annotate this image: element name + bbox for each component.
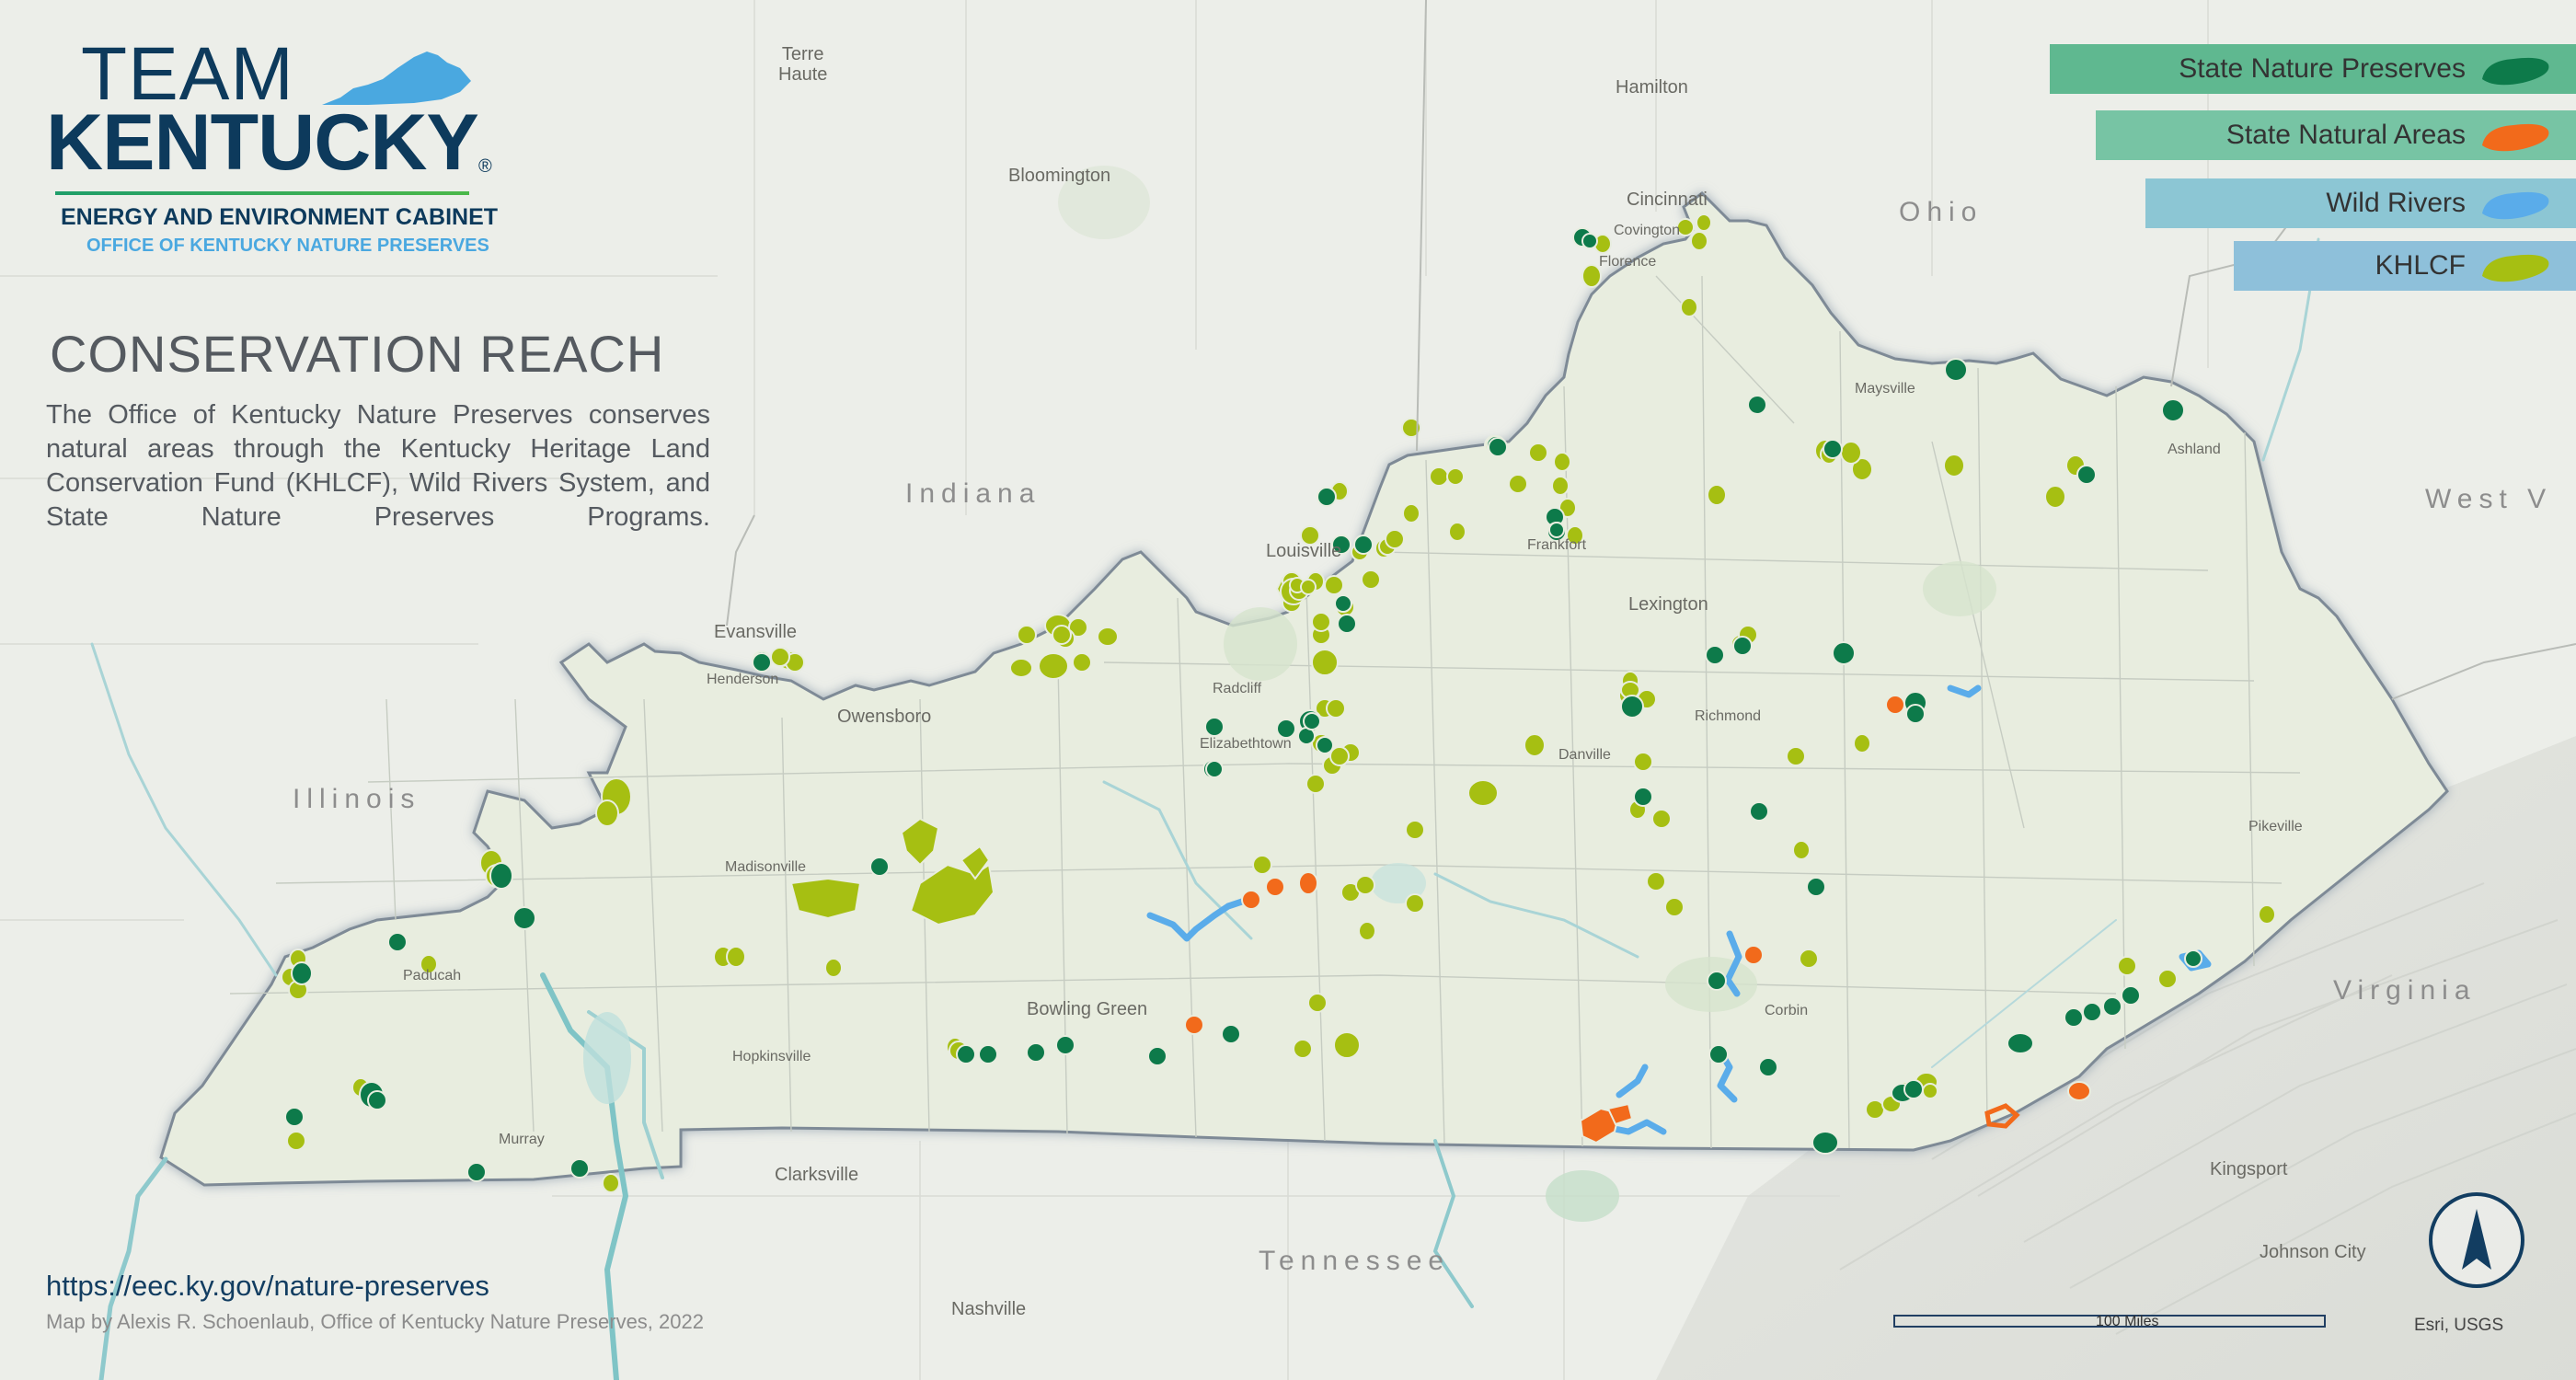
city-label-henderson: Henderson bbox=[707, 672, 779, 687]
city-label-louisville: Louisville bbox=[1266, 541, 1342, 561]
scale-bar-label: 100 Miles bbox=[2096, 1314, 2159, 1329]
city-label-haute: Haute bbox=[778, 64, 828, 85]
logo-underline bbox=[55, 191, 469, 195]
map-description: The Office of Kentucky Nature Preserves … bbox=[46, 400, 710, 532]
city-label-bloomington: Bloomington bbox=[1008, 166, 1111, 186]
city-label-radcliff: Radcliff bbox=[1213, 681, 1262, 696]
legend-item-state-nature-preserves: State Nature Preserves bbox=[2050, 44, 2576, 94]
state-label-virginia: Virginia bbox=[2333, 975, 2477, 1006]
state-label-indiana: Indiana bbox=[905, 478, 1041, 509]
city-label-clarksville: Clarksville bbox=[775, 1165, 859, 1185]
state-label-ohio: Ohio bbox=[1899, 197, 1984, 227]
logo-office-text: OFFICE OF KENTUCKY NATURE PRESERVES bbox=[86, 236, 489, 256]
map-attribution: Esri, USGS bbox=[2414, 1316, 2504, 1335]
city-label-elizabethtown: Elizabethtown bbox=[1200, 736, 1292, 752]
city-label-johnson-city: Johnson City bbox=[2260, 1242, 2366, 1262]
legend-swatch-blue bbox=[2482, 191, 2549, 220]
legend-label: Wild Rivers bbox=[2326, 188, 2466, 218]
city-label-maysville: Maysville bbox=[1855, 381, 1915, 397]
page-title: CONSERVATION REACH bbox=[50, 325, 665, 383]
city-label-evansville: Evansville bbox=[714, 622, 798, 642]
state-label-west-virginia: West V bbox=[2425, 484, 2553, 514]
legend-label: KHLCF bbox=[2375, 250, 2466, 281]
city-label-lexington: Lexington bbox=[1628, 594, 1708, 615]
logo-registered-mark: ® bbox=[478, 156, 492, 177]
north-arrow-icon bbox=[2429, 1192, 2524, 1288]
city-label-cincinnati: Cincinnati bbox=[1627, 190, 1708, 210]
legend-item-state-natural-areas: State Natural Areas bbox=[2096, 110, 2576, 160]
city-label-madisonville: Madisonville bbox=[725, 859, 807, 875]
city-label-nashville: Nashville bbox=[951, 1299, 1027, 1319]
city-label-hamilton: Hamilton bbox=[1616, 77, 1688, 98]
city-label-frankfort: Frankfort bbox=[1527, 537, 1587, 553]
city-label-murray: Murray bbox=[499, 1132, 545, 1147]
legend-item-khlcf: KHLCF bbox=[2234, 241, 2576, 291]
map-stage: TEAM KENTUCKY ® ENERGY AND ENVIRONMENT C… bbox=[0, 0, 2576, 1380]
legend-label: State Nature Preserves bbox=[2179, 53, 2466, 84]
city-label-terre-haute: Terre Haute bbox=[778, 44, 827, 85]
legend-swatch-yellow-green bbox=[2482, 254, 2549, 282]
map-credit: Map by Alexis R. Schoenlaub, Office of K… bbox=[46, 1310, 704, 1333]
state-label-tennessee: Tennessee bbox=[1259, 1246, 1451, 1276]
city-label-kingsport: Kingsport bbox=[2210, 1159, 2288, 1179]
city-label-florence: Florence bbox=[1599, 254, 1657, 270]
nature-preserves-link[interactable]: https://eec.ky.gov/nature-preserves bbox=[46, 1270, 489, 1303]
city-label-terre: Terre bbox=[781, 44, 824, 64]
legend-label: State Natural Areas bbox=[2225, 120, 2466, 150]
city-label-hopkinsville: Hopkinsville bbox=[732, 1049, 811, 1064]
logo-cabinet-text: ENERGY AND ENVIRONMENT CABINET bbox=[61, 204, 499, 230]
city-label-richmond: Richmond bbox=[1695, 708, 1762, 724]
city-label-corbin: Corbin bbox=[1765, 1003, 1809, 1018]
city-label-ashland: Ashland bbox=[2168, 442, 2221, 457]
state-label-illinois: Illinois bbox=[293, 784, 421, 814]
legend-swatch-dark-green bbox=[2482, 57, 2549, 86]
legend-swatch-orange bbox=[2482, 123, 2549, 152]
city-label-owensboro: Owensboro bbox=[837, 707, 932, 727]
city-label-pikeville: Pikeville bbox=[2248, 819, 2303, 834]
city-label-bowling-green: Bowling Green bbox=[1027, 999, 1148, 1019]
city-label-paducah: Paducah bbox=[403, 968, 462, 983]
logo-kentucky-text: KENTUCKY bbox=[46, 98, 479, 187]
legend-item-wild-rivers: Wild Rivers bbox=[2145, 178, 2576, 228]
city-label-covington: Covington bbox=[1614, 223, 1681, 238]
city-label-danville: Danville bbox=[1558, 747, 1611, 763]
